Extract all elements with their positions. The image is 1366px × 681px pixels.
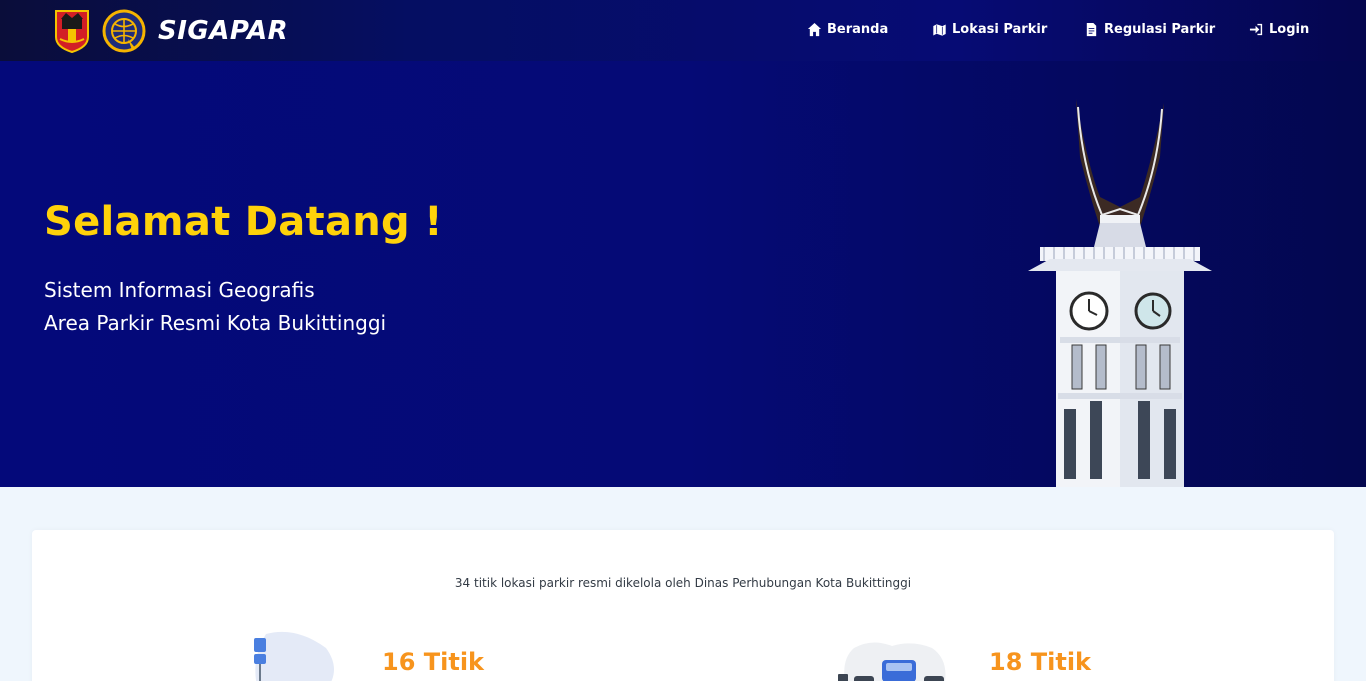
file-icon bbox=[1086, 22, 1097, 37]
nav-lokasi-parkir-label: Lokasi Parkir bbox=[952, 22, 1048, 37]
navbar: SIGAPAR Beranda Lokasi Parkir Regulasi P… bbox=[0, 0, 1366, 61]
map-icon bbox=[932, 23, 947, 37]
nav-login-label: Login bbox=[1269, 22, 1310, 37]
dishub-logo bbox=[102, 9, 146, 53]
hero-subtitle-line1: Sistem Informasi Geografis bbox=[44, 278, 315, 302]
nav-beranda-label: Beranda bbox=[827, 22, 889, 37]
nav-regulasi-parkir[interactable]: Regulasi Parkir bbox=[1084, 22, 1215, 37]
brand-name: SIGAPAR bbox=[158, 16, 289, 46]
parking-sign-illustration bbox=[254, 631, 334, 681]
summary-description: 34 titik lokasi parkir resmi dikelola ol… bbox=[454, 576, 912, 590]
parking-cars-illustration bbox=[838, 642, 946, 681]
nav-regulasi-parkir-label: Regulasi Parkir bbox=[1104, 22, 1216, 37]
stat-count-1: 16 Titik bbox=[382, 648, 485, 676]
sign-in-icon bbox=[1249, 23, 1263, 36]
stat-count-2: 18 Titik bbox=[989, 648, 1092, 676]
pemko-bukittinggi-logo bbox=[55, 10, 89, 53]
hero-subtitle-line2: Area Parkir Resmi Kota Bukittinggi bbox=[44, 311, 387, 335]
hero-banner: Selamat Datang ! Sistem Informasi Geogra… bbox=[0, 61, 1366, 487]
nav-lokasi-parkir[interactable]: Lokasi Parkir bbox=[932, 22, 1047, 37]
nav-login[interactable]: Login bbox=[1249, 22, 1309, 37]
brand[interactable]: SIGAPAR bbox=[54, 8, 288, 54]
nav-beranda[interactable]: Beranda bbox=[807, 22, 888, 37]
home-icon bbox=[807, 22, 822, 37]
hero-title: Selamat Datang ! bbox=[44, 199, 443, 245]
jam-gadang-clock-tower-image bbox=[1028, 99, 1212, 487]
summary-card: 34 titik lokasi parkir resmi dikelola ol… bbox=[32, 530, 1334, 681]
